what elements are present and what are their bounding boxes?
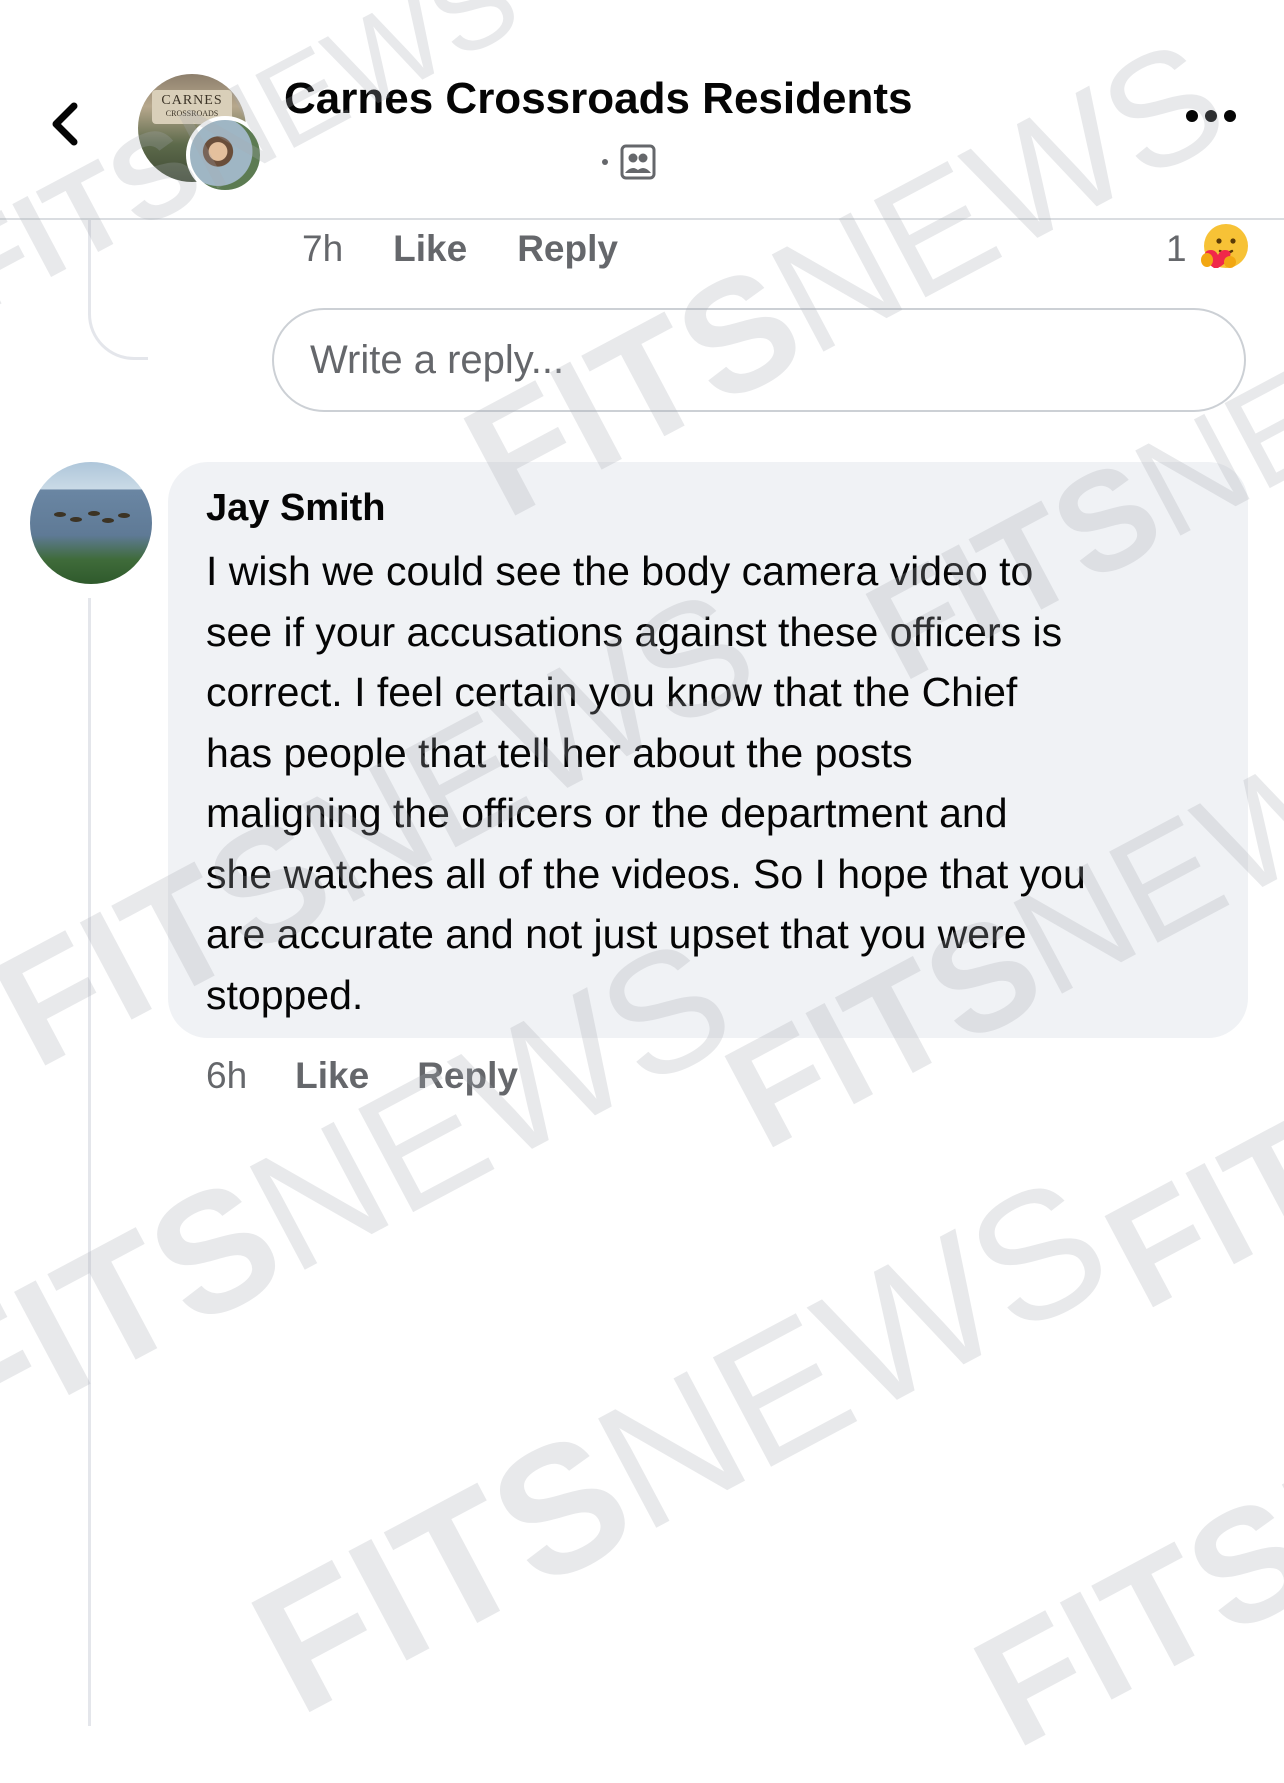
avatar-detail [70, 517, 82, 522]
avatar-detail [88, 511, 100, 516]
more-horizontal-icon [1186, 110, 1198, 122]
previous-comment-actions: 7h Like Reply [302, 228, 618, 270]
separator-dot [602, 159, 608, 165]
care-emoji-icon[interactable] [1198, 222, 1250, 274]
comment-author-name[interactable]: Jay Smith [206, 484, 1212, 533]
comment-line: I wish we could see the body camera vide… [206, 548, 1034, 595]
avatar-detail [54, 512, 66, 517]
comment-timestamp: 6h [206, 1055, 248, 1096]
member-avatar [186, 116, 264, 194]
reply-button[interactable]: Reply [517, 228, 618, 270]
watermark: FITSNEWS [947, 1234, 1284, 1781]
comment-actions: 6h Like Reply [206, 1055, 518, 1097]
comment-text: I wish we could see the body camera vide… [206, 541, 1212, 1025]
group-avatar-sign-line1: CARNES [161, 93, 223, 108]
comment-line: are accurate and not just upset that you… [206, 911, 1027, 958]
more-options-button[interactable] [1186, 110, 1236, 122]
group-header: CARNES CROSSROADS Carnes Crossroads Resi… [0, 0, 1284, 220]
more-horizontal-icon-dot [1205, 110, 1217, 122]
comment-line: maligning the officers or the department… [206, 790, 1008, 837]
comment-line: has people that tell her about the posts [206, 729, 913, 776]
reply-button[interactable]: Reply [417, 1055, 518, 1097]
commenter-avatar[interactable] [30, 462, 152, 584]
avatar-detail [118, 513, 130, 518]
comment-line: she watches all of the videos. So I hope… [206, 850, 1086, 897]
group-privacy-indicator [602, 142, 656, 182]
comment-bubble: Jay Smith I wish we could see the body c… [168, 462, 1248, 1038]
comment-timestamp: 7h [302, 228, 344, 269]
chevron-left-icon [52, 102, 78, 146]
thread-line [88, 598, 91, 1726]
reaction-count[interactable]: 1 [1166, 228, 1187, 270]
like-button[interactable]: Like [393, 228, 467, 270]
reply-input[interactable] [272, 308, 1246, 412]
group-title[interactable]: Carnes Crossroads Residents [284, 74, 912, 124]
comment-line: see if your accusations against these of… [206, 608, 1063, 655]
more-horizontal-icon-dot [1224, 110, 1236, 122]
avatar-detail [102, 518, 114, 523]
group-members-icon [620, 144, 656, 180]
back-button[interactable] [40, 92, 88, 156]
comment-line: correct. I feel certain you know that th… [206, 669, 1018, 716]
watermark: FITSNEWS [222, 1138, 1139, 1753]
comment-line: stopped. [206, 971, 364, 1018]
like-button[interactable]: Like [295, 1055, 369, 1097]
